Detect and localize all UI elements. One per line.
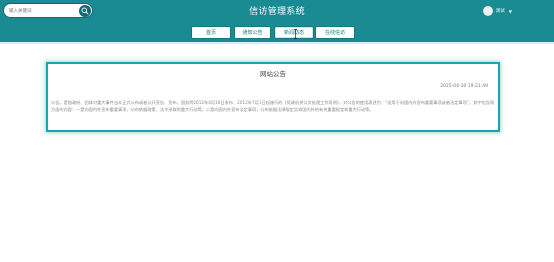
avatar[interactable] <box>482 6 493 16</box>
notice-title: 网站公告 <box>260 70 286 78</box>
nav-home[interactable]: 首页 <box>191 26 231 39</box>
user-menu[interactable]: 测试 ▼ <box>482 5 512 17</box>
nav-bar: 首页 通知公告 新闻动态 在线信访 <box>0 22 554 42</box>
notice-body: 公告。是指政府、团体对重大事件当众正式公布或者公开宣告、宣布。国务院2012年4… <box>51 100 495 112</box>
chevron-down-icon[interactable]: ▼ <box>509 9 512 14</box>
nav-online-petition[interactable]: 在线信访 <box>315 26 355 39</box>
username[interactable]: 测试 <box>496 8 505 14</box>
nav-divider <box>0 42 554 44</box>
notice-card: 网站公告 2025-04-30 19:21:49 公告。是指政府、团体对重大事件… <box>46 62 500 132</box>
mouse-cursor-icon <box>294 29 297 39</box>
page-title: 信访管理系统 <box>249 7 305 17</box>
top-bar: 信访管理系统 测试 ▼ <box>0 0 554 22</box>
notice-date: 2025-04-30 19:21:49 <box>440 84 488 89</box>
nav-notice[interactable]: 通知公告 <box>234 26 271 39</box>
